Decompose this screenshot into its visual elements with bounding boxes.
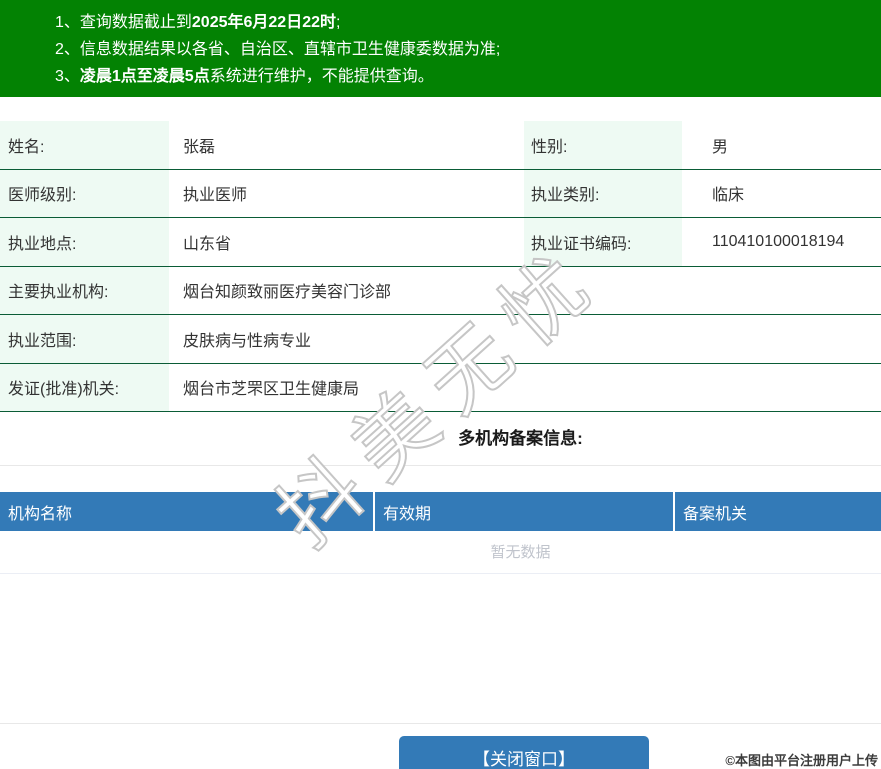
- table-row-issuing-authority: 发证(批准)机关: 烟台市芝罘区卫生健康局: [0, 363, 881, 412]
- no-data-placeholder: 暂无数据: [0, 531, 881, 574]
- issuing-authority-value: 烟台市芝罘区卫生健康局: [183, 381, 360, 399]
- close-window-button[interactable]: 【关闭窗口】: [399, 736, 649, 769]
- notice-text: 2、信息数据结果以各省、自治区、直辖市卫生健康委数据为准;: [55, 41, 501, 58]
- name-label: 姓名:: [0, 121, 169, 169]
- multi-institution-filing-title: 多机构备案信息:: [0, 412, 881, 466]
- upload-attribution-note: ©本图由平台注册用户上传: [725, 753, 878, 768]
- notice-text-bold: 2025年6月22日22时: [191, 14, 336, 31]
- notice-line-2: 2、信息数据结果以各省、自治区、直辖市卫生健康委数据为准;: [55, 36, 881, 63]
- issuing-authority-label: 发证(批准)机关:: [0, 363, 169, 411]
- license-query-result-page: 1、查询数据截止到2025年6月22日22时; 2、信息数据结果以各省、自治区、…: [0, 0, 881, 769]
- practice-category-label: 执业类别:: [524, 169, 682, 217]
- certificate-number-value: 110410100018194: [712, 232, 845, 250]
- column-header-institution-name: 机构名称: [0, 492, 375, 531]
- table-row-practice-scope: 执业范围: 皮肤病与性病专业: [0, 315, 881, 364]
- notice-text: 3、: [55, 68, 80, 85]
- practice-category-value: 临床: [712, 187, 745, 205]
- notice-text-bold: 凌晨1点至凌晨5点: [79, 68, 210, 85]
- certificate-number-label: 执业证书编码:: [524, 218, 682, 266]
- table-row-main-institution: 主要执业机构: 烟台知颜致丽医疗美容门诊部: [0, 266, 881, 315]
- notice-text: 1、查询数据截止到: [55, 14, 192, 31]
- main-institution-value: 烟台知颜致丽医疗美容门诊部: [183, 284, 392, 302]
- practitioner-info-table: 姓名: 张磊 性别: 男 医师级别: 执业医师 执业类别: 临床 执业地点: 山…: [0, 121, 881, 412]
- bottom-divider: [0, 723, 881, 724]
- notice-text: ;: [336, 14, 341, 31]
- table-row-level-category: 医师级别: 执业医师 执业类别: 临床: [0, 169, 881, 218]
- gender-value: 男: [712, 138, 729, 156]
- practice-scope-label: 执业范围:: [0, 315, 169, 363]
- notice-banner: 1、查询数据截止到2025年6月22日22时; 2、信息数据结果以各省、自治区、…: [0, 0, 881, 97]
- doctor-level-label: 医师级别:: [0, 169, 169, 217]
- column-header-filing-authority: 备案机关: [683, 505, 748, 523]
- practice-scope-value: 皮肤病与性病专业: [183, 332, 312, 350]
- table-row-name-gender: 姓名: 张磊 性别: 男: [0, 121, 881, 170]
- practice-location-label: 执业地点:: [0, 218, 169, 266]
- notice-line-1: 1、查询数据截止到2025年6月22日22时;: [55, 9, 881, 36]
- doctor-level-value: 执业医师: [183, 187, 248, 205]
- notice-line-3: 3、凌晨1点至凌晨5点系统进行维护，不能提供查询。: [55, 63, 881, 90]
- filing-table-header: 机构名称 有效期 备案机关: [0, 492, 881, 531]
- main-institution-label: 主要执业机构:: [0, 266, 169, 314]
- notice-text: 系统进行维护，不能提供查询。: [209, 68, 434, 85]
- gender-label: 性别:: [524, 121, 682, 169]
- name-value: 张磊: [183, 138, 216, 156]
- table-row-location-certno: 执业地点: 山东省 执业证书编码: 110410100018194: [0, 218, 881, 267]
- column-header-validity-period: 有效期: [375, 492, 675, 531]
- practice-location-value: 山东省: [183, 235, 232, 253]
